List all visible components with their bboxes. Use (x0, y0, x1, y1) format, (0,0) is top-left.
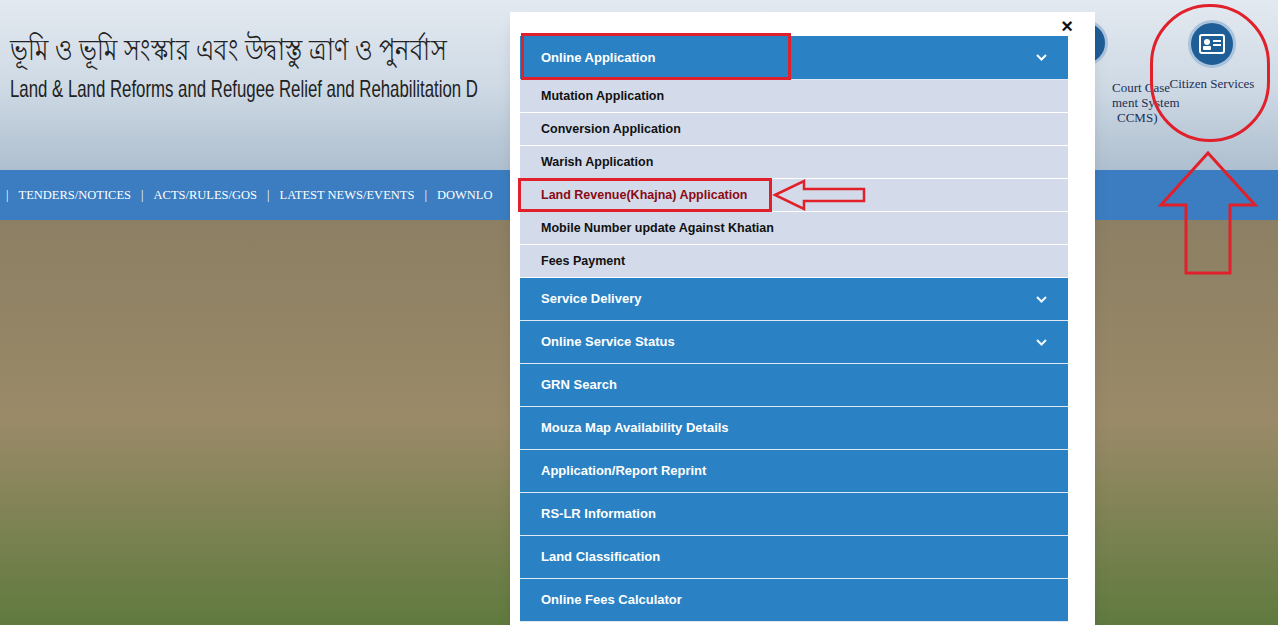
menu-item[interactable]: Mobile Number update Against Khatian (520, 212, 1068, 245)
annotation-box (518, 178, 772, 212)
menu-section: RS-LR Information (520, 493, 1068, 536)
service-label: Citizen Services (1170, 76, 1255, 91)
chevron-down-icon (1036, 54, 1047, 61)
menu-section: Online Service Status (520, 321, 1068, 364)
menu-item-label: Fees Payment (541, 252, 625, 271)
menu-section: Application/Report Reprint (520, 450, 1068, 493)
menu-section-label: GRN Search (541, 375, 617, 395)
menu-section-label: Online Service Status (541, 332, 675, 352)
menu-item-label: Conversion Application (541, 120, 681, 139)
menu-item[interactable]: Warish Application (520, 146, 1068, 179)
nav-separator: | (424, 186, 427, 205)
menu-section-header[interactable]: Mouza Map Availability Details (520, 407, 1068, 450)
menu-item-label: Warish Application (541, 153, 653, 172)
nav-item[interactable]: LATEST NEWS/EVENTS (280, 186, 415, 205)
citizen-services-icon (1188, 20, 1236, 68)
menu-item-label: Mobile Number update Against Khatian (541, 219, 774, 238)
menu-item[interactable]: Conversion Application (520, 113, 1068, 146)
nav-separator: | (267, 186, 270, 205)
menu-section: Online Fees Calculator (520, 579, 1068, 622)
chevron-down-icon (1036, 296, 1047, 303)
nav-item[interactable]: TENDERS/NOTICES (19, 186, 132, 205)
menu-modal: × Online Application Mutation Application C… (510, 12, 1095, 625)
menu-section-header[interactable]: Land Classification (520, 536, 1068, 579)
menu-section-header[interactable]: Online Application (520, 36, 1068, 80)
service-label: ment System (1112, 95, 1180, 110)
nav-item[interactable]: DOWNLO (437, 186, 493, 205)
menu-section-header[interactable]: GRN Search (520, 364, 1068, 407)
menu-section-header[interactable]: Online Service Status (520, 321, 1068, 364)
menu-item-label: Mutation Application (541, 87, 664, 106)
annotation-circle (1150, 4, 1270, 142)
menu-item[interactable]: Land Revenue(Khajna) Application (520, 179, 1068, 212)
menu-section-label: Service Delivery (541, 289, 641, 309)
service-link[interactable]: Court Casement SystemCCMS) (1112, 80, 1180, 125)
menu-item[interactable]: Mutation Application (520, 80, 1068, 113)
nav-item[interactable]: ACTS/RULES/GOS (154, 186, 258, 205)
menu-section-label: Online Fees Calculator (541, 590, 682, 610)
menu-section-header[interactable]: Service Delivery (520, 278, 1068, 321)
service-link[interactable]: Citizen Services (1160, 20, 1264, 91)
id-card-icon (1199, 34, 1225, 54)
menu-section-label: Mouza Map Availability Details (541, 418, 729, 438)
menu-section-label: Land Classification (541, 547, 660, 567)
nav-separator: | (141, 186, 144, 205)
menu-section: Mouza Map Availability Details (520, 407, 1068, 450)
menu-section-header[interactable]: RS-LR Information (520, 493, 1068, 536)
menu-section: Land Classification (520, 536, 1068, 579)
menu-section-header[interactable]: Online Fees Calculator (520, 579, 1068, 622)
menu-section: Online Application Mutation Application Co… (520, 36, 1068, 278)
menu-section-label: RS-LR Information (541, 504, 656, 524)
menu-section: GRN Search (520, 364, 1068, 407)
menu-list: Online Application Mutation Application Co… (520, 36, 1068, 622)
service-label: CCMS) (1112, 110, 1180, 125)
menu-section-label: Application/Report Reprint (541, 461, 706, 481)
page: ভূমি ও ভূমি সংস্কার এবং উদ্বাস্তু ত্রাণ … (0, 0, 1278, 625)
menu-section-label: Online Application (541, 48, 655, 68)
menu-section-header[interactable]: Application/Report Reprint (520, 450, 1068, 493)
up-arrow-icon (1158, 150, 1258, 276)
menu-section: Service Delivery (520, 278, 1068, 321)
close-button[interactable]: × (1061, 16, 1073, 36)
service-label: Court Case (1112, 80, 1180, 95)
menu-item[interactable]: Fees Payment (520, 245, 1068, 278)
menu-item-label: Land Revenue(Khajna) Application (541, 186, 748, 205)
annotation-box (521, 33, 791, 80)
chevron-down-icon (1036, 339, 1047, 346)
left-arrow-icon (772, 179, 868, 211)
nav-separator: | (6, 186, 9, 205)
